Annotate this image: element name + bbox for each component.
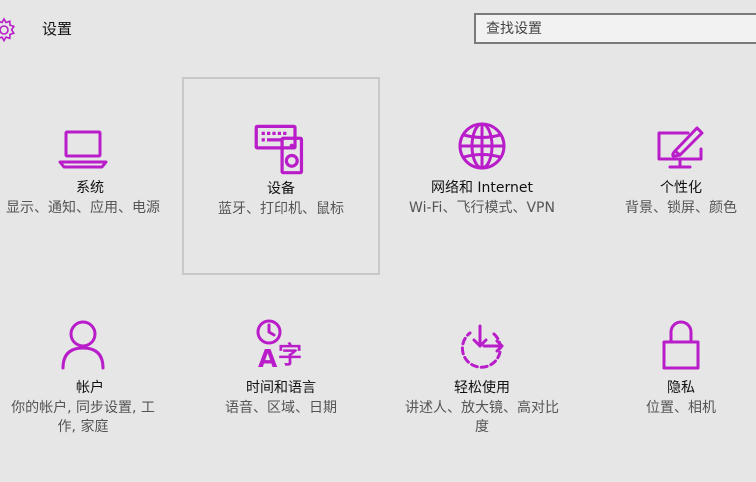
page-title: 设置 — [42, 20, 73, 38]
tile-time-language[interactable]: A 字 时间和语言 语音、区域、日期 — [182, 278, 380, 476]
tile-name: 网络和 Internet — [430, 180, 534, 196]
tile-name: 帐户 — [76, 380, 104, 396]
tile-name: 系统 — [76, 180, 104, 196]
tile-privacy[interactable]: 隐私 位置、相机 — [582, 278, 756, 476]
tile-name: 隐私 — [667, 380, 695, 396]
settings-window: 设置 系统 显示、通知、应用、电源 设备 蓝牙、打印机、鼠标 — [0, 0, 756, 482]
tile-description: 蓝牙、打印机、鼠标 — [218, 201, 344, 217]
tile-name: 时间和语言 — [246, 380, 316, 396]
lock-icon — [662, 320, 700, 370]
gear-icon[interactable] — [0, 16, 18, 44]
tile-name: 设备 — [267, 181, 295, 197]
tile-description: 你的帐户, 同步设置, 工作, 家庭 — [11, 400, 155, 435]
tile-network[interactable]: 网络和 Internet Wi-Fi、飞行模式、VPN — [383, 78, 581, 276]
header: 设置 — [0, 0, 756, 60]
svg-text:字: 字 — [278, 341, 302, 369]
svg-text:A: A — [258, 344, 278, 370]
tile-personalization[interactable]: 个性化 背景、锁屏、颜色 — [582, 78, 756, 276]
ease-of-access-icon — [460, 324, 504, 369]
time-language-icon: A 字 — [256, 319, 302, 370]
tile-description: 位置、相机 — [646, 400, 716, 416]
tile-system[interactable]: 系统 显示、通知、应用、电源 — [0, 78, 182, 276]
tile-accounts[interactable]: 帐户 你的帐户, 同步设置, 工作, 家庭 — [0, 278, 182, 476]
personalization-icon — [657, 126, 704, 169]
tile-description: 语音、区域、日期 — [225, 400, 337, 416]
tile-description: Wi-Fi、飞行模式、VPN — [409, 200, 555, 216]
tile-description: 背景、锁屏、颜色 — [625, 200, 737, 216]
laptop-icon — [58, 130, 108, 169]
tile-name: 个性化 — [660, 180, 702, 196]
tile-name: 轻松使用 — [454, 380, 510, 396]
globe-icon — [458, 122, 506, 170]
search-box[interactable] — [474, 13, 756, 44]
tile-ease-of-access[interactable]: 轻松使用 讲述人、放大镜、高对比度 — [383, 278, 581, 476]
devices-icon — [254, 124, 304, 175]
search-input[interactable] — [476, 15, 756, 42]
tile-description: 讲述人、放大镜、高对比度 — [405, 400, 559, 435]
tile-description: 显示、通知、应用、电源 — [6, 200, 160, 216]
tile-devices[interactable]: 设备 蓝牙、打印机、鼠标 — [182, 77, 380, 275]
person-icon — [61, 320, 105, 370]
